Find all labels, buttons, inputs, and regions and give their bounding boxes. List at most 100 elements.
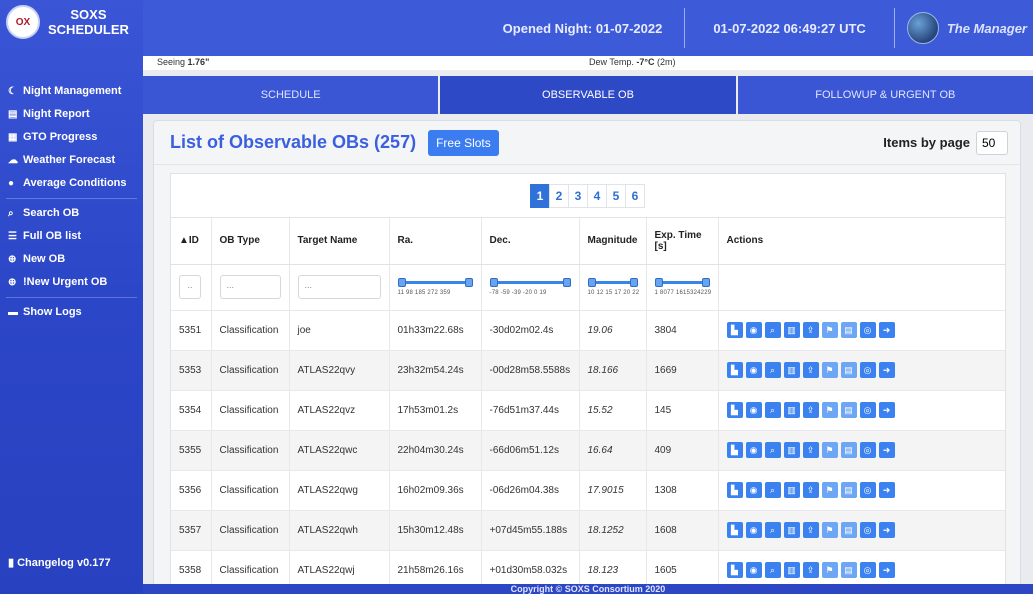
- user-menu[interactable]: The Manager: [895, 12, 1033, 44]
- col-target-header[interactable]: Target Name: [288, 218, 389, 265]
- upload-action-button[interactable]: ⇪: [802, 562, 819, 578]
- items-by-page-input[interactable]: [976, 130, 1008, 155]
- sidebar-item-night-management[interactable]: ☾ Night Management: [0, 80, 143, 103]
- flag-action-button[interactable]: ⚑: [821, 402, 838, 418]
- view-action-button[interactable]: ◎: [859, 442, 876, 458]
- chart-action-button[interactable]: ▙: [726, 362, 743, 378]
- slider-max-handle[interactable]: [562, 278, 571, 287]
- slider-min-handle[interactable]: [587, 278, 596, 287]
- exptime-range-slider[interactable]: 1 8077 1615324229: [654, 275, 711, 299]
- upload-action-button[interactable]: ⇪: [802, 402, 819, 418]
- upload-action-button[interactable]: ⇪: [802, 322, 819, 338]
- view-action-button[interactable]: ◎: [859, 482, 876, 498]
- zoom-action-button[interactable]: ⌕: [764, 522, 781, 538]
- trash-action-button[interactable]: ▥: [783, 322, 800, 338]
- trash-action-button[interactable]: ▥: [783, 522, 800, 538]
- free-slots-button[interactable]: Free Slots: [428, 129, 499, 156]
- trash-action-button[interactable]: ▥: [783, 442, 800, 458]
- sidebar-item-show-logs[interactable]: ▬ Show Logs: [0, 301, 143, 324]
- eye-action-button[interactable]: ◉: [745, 442, 762, 458]
- file-action-button[interactable]: ▤: [840, 402, 857, 418]
- slider-max-handle[interactable]: [629, 278, 638, 287]
- col-ra-header[interactable]: Ra.: [388, 218, 481, 265]
- sidebar-item-night-report[interactable]: ▤ Night Report: [0, 103, 143, 126]
- eye-action-button[interactable]: ◉: [745, 322, 762, 338]
- slider-max-handle[interactable]: [701, 278, 710, 287]
- sidebar-item-new-ob[interactable]: ⊕ New OB: [0, 248, 143, 271]
- col-magnitude-header[interactable]: Magnitude: [578, 218, 646, 265]
- upload-action-button[interactable]: ⇪: [802, 362, 819, 378]
- file-action-button[interactable]: ▤: [840, 362, 857, 378]
- chart-action-button[interactable]: ▙: [726, 522, 743, 538]
- upload-action-button[interactable]: ⇪: [802, 482, 819, 498]
- col-id-header[interactable]: ▲ID: [171, 218, 211, 265]
- obtype-filter[interactable]: ...: [219, 275, 281, 299]
- trash-action-button[interactable]: ▥: [783, 562, 800, 578]
- slider-min-handle[interactable]: [654, 278, 663, 287]
- flag-action-button[interactable]: ⚑: [821, 562, 838, 578]
- page-2-button[interactable]: 2: [549, 183, 569, 208]
- zoom-action-button[interactable]: ⌕: [764, 402, 781, 418]
- slider-max-handle[interactable]: [464, 278, 473, 287]
- login-action-button[interactable]: ➜: [878, 362, 895, 378]
- login-action-button[interactable]: ➜: [878, 522, 895, 538]
- page-3-button[interactable]: 3: [568, 183, 588, 208]
- file-action-button[interactable]: ▤: [840, 322, 857, 338]
- flag-action-button[interactable]: ⚑: [821, 322, 838, 338]
- sidebar-item-average-conditions[interactable]: ● Average Conditions: [0, 172, 143, 195]
- page-6-button[interactable]: 6: [625, 183, 645, 208]
- chart-action-button[interactable]: ▙: [726, 442, 743, 458]
- id-filter[interactable]: ..: [179, 275, 201, 299]
- target-filter[interactable]: ...: [297, 275, 381, 299]
- flag-action-button[interactable]: ⚑: [821, 362, 838, 378]
- sidebar-item-new-urgent-ob[interactable]: ⊕ !New Urgent OB: [0, 271, 143, 294]
- zoom-action-button[interactable]: ⌕: [764, 562, 781, 578]
- login-action-button[interactable]: ➜: [878, 322, 895, 338]
- eye-action-button[interactable]: ◉: [745, 362, 762, 378]
- login-action-button[interactable]: ➜: [878, 442, 895, 458]
- sidebar-item-search-ob[interactable]: ⌕ Search OB: [0, 202, 143, 225]
- zoom-action-button[interactable]: ⌕: [764, 362, 781, 378]
- brand[interactable]: OX SOXS SCHEDULER: [0, 0, 143, 44]
- eye-action-button[interactable]: ◉: [745, 402, 762, 418]
- login-action-button[interactable]: ➜: [878, 562, 895, 578]
- col-exptime-header[interactable]: Exp. Time [s]: [645, 218, 718, 265]
- trash-action-button[interactable]: ▥: [783, 362, 800, 378]
- page-1-button[interactable]: 1: [530, 183, 550, 208]
- file-action-button[interactable]: ▤: [840, 562, 857, 578]
- flag-action-button[interactable]: ⚑: [821, 522, 838, 538]
- sidebar-item-weather-forecast[interactable]: ☁ Weather Forecast: [0, 149, 143, 172]
- trash-action-button[interactable]: ▥: [783, 402, 800, 418]
- sidebar-item-gto-progress[interactable]: ▦ GTO Progress: [0, 126, 143, 149]
- view-action-button[interactable]: ◎: [859, 522, 876, 538]
- page-5-button[interactable]: 5: [606, 183, 626, 208]
- page-4-button[interactable]: 4: [587, 183, 607, 208]
- flag-action-button[interactable]: ⚑: [821, 442, 838, 458]
- eye-action-button[interactable]: ◉: [745, 562, 762, 578]
- tab-schedule[interactable]: SCHEDULE: [143, 76, 441, 114]
- upload-action-button[interactable]: ⇪: [802, 522, 819, 538]
- flag-action-button[interactable]: ⚑: [821, 482, 838, 498]
- zoom-action-button[interactable]: ⌕: [764, 482, 781, 498]
- chart-action-button[interactable]: ▙: [726, 482, 743, 498]
- slider-min-handle[interactable]: [489, 278, 498, 287]
- zoom-action-button[interactable]: ⌕: [764, 442, 781, 458]
- view-action-button[interactable]: ◎: [859, 562, 876, 578]
- tab-followup-urgent-ob[interactable]: FOLLOWUP & URGENT OB: [737, 76, 1033, 114]
- zoom-action-button[interactable]: ⌕: [764, 322, 781, 338]
- slider-min-handle[interactable]: [397, 278, 406, 287]
- view-action-button[interactable]: ◎: [859, 362, 876, 378]
- eye-action-button[interactable]: ◉: [745, 482, 762, 498]
- eye-action-button[interactable]: ◉: [745, 522, 762, 538]
- tab-observable-ob[interactable]: OBSERVABLE OB: [440, 76, 738, 114]
- changelog-link[interactable]: ▮ Changelog v0.177: [8, 556, 111, 570]
- col-dec-header[interactable]: Dec.: [480, 218, 579, 265]
- trash-action-button[interactable]: ▥: [783, 482, 800, 498]
- view-action-button[interactable]: ◎: [859, 322, 876, 338]
- col-obtype-header[interactable]: OB Type: [210, 218, 289, 265]
- login-action-button[interactable]: ➜: [878, 482, 895, 498]
- file-action-button[interactable]: ▤: [840, 442, 857, 458]
- ra-range-slider[interactable]: 11 98 185 272 359: [397, 275, 473, 299]
- chart-action-button[interactable]: ▙: [726, 322, 743, 338]
- file-action-button[interactable]: ▤: [840, 482, 857, 498]
